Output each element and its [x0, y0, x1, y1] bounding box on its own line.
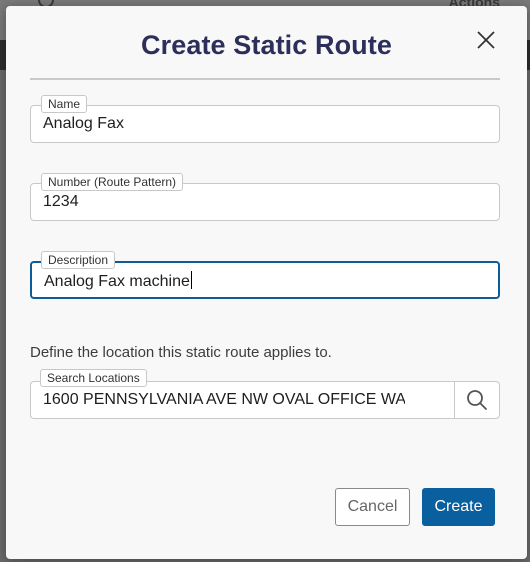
close-button[interactable]: [474, 28, 498, 52]
search-locations-value: 1600 PENNSYLVANIA AVE NW OVAL OFFICE WAS…: [43, 391, 405, 408]
text-caret: [190, 271, 192, 289]
search-locations-button[interactable]: [454, 381, 500, 419]
create-button[interactable]: Create: [422, 488, 495, 526]
dialog-title: Create Static Route: [141, 30, 392, 60]
number-field-value: 1234: [43, 193, 79, 210]
name-field-label: Name: [41, 95, 88, 113]
location-helper-text: Define the location this static route ap…: [30, 344, 332, 361]
number-field[interactable]: Number (Route Pattern) 1234: [30, 173, 500, 221]
description-field-value-wrap: Analog Fax machine: [44, 271, 192, 291]
name-field-value: Analog Fax: [43, 115, 124, 132]
create-static-route-dialog: Create Static Route Name Analog Fax Numb…: [6, 6, 527, 559]
description-field-label: Description: [41, 251, 116, 269]
search-icon: [467, 390, 487, 410]
description-field[interactable]: Description Analog Fax machine: [30, 251, 500, 299]
search-locations-label: Search Locations: [40, 369, 147, 387]
description-field-value: Analog Fax machine: [44, 273, 190, 290]
title-divider: [30, 78, 500, 80]
number-field-label: Number (Route Pattern): [41, 173, 184, 191]
cancel-button[interactable]: Cancel: [335, 488, 410, 526]
name-field[interactable]: Name Analog Fax: [30, 95, 500, 143]
close-icon: [477, 31, 495, 49]
